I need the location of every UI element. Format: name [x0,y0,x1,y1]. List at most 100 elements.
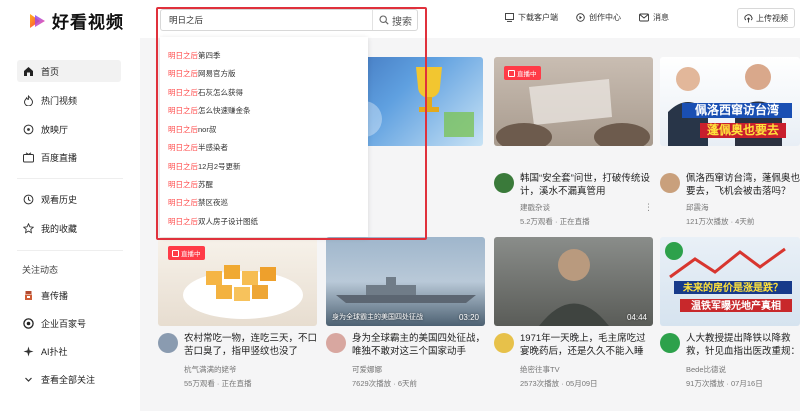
search-bar: 搜索 [160,9,418,31]
avatar[interactable] [326,333,346,353]
suggestion-item[interactable]: 明日之后双人房子设计图纸 [168,216,258,227]
video-author[interactable]: 可爱娜娜 [352,364,382,375]
search-input[interactable] [169,13,359,27]
suggestion-prefix: 明日之后 [168,143,198,152]
upload-video-button[interactable]: 上传视频 [737,8,795,28]
sidebar-item-label: 喜传播 [41,290,69,301]
suggestion-prefix: 明日之后 [168,162,198,171]
suggestion-item[interactable]: 明日之后nor叔 [168,124,216,135]
suggestion-suffix: 第四季 [198,51,221,60]
avatar[interactable] [660,333,680,353]
thumb-caption: 身为全球霸主的美国四处征战 [332,314,423,321]
sidebar-item-label: 热门视频 [41,95,78,106]
suggestion-prefix: 明日之后 [168,217,198,226]
video-author[interactable]: 邱震海 [686,202,709,213]
more-options-icon[interactable]: ⋮ [644,202,653,213]
sidebar-item-home[interactable]: 首页 [17,60,121,82]
upload-video-label: 上传视频 [756,13,788,23]
video-author[interactable]: Bede比德说 [686,364,726,375]
avatar[interactable] [494,333,514,353]
sidebar-item-history[interactable]: 观看历史 [17,188,121,210]
sidebar-item-cinema[interactable]: 放映厅 [17,118,121,140]
suggestion-prefix: 明日之后 [168,198,198,207]
suggestion-item[interactable]: 明日之后12月2号更新 [168,161,241,172]
live-badge: 直播中 [504,66,541,80]
suggestion-item[interactable]: 明日之后苏醒 [168,179,213,190]
news-portrait-illustration: 佩洛西窜访台湾 蓬佩奥也要去 [668,64,792,146]
video-title[interactable]: 人大教授提出降铁以降救救，针见血指出医改重规：最后 [686,332,800,358]
suggestion-prefix: 明日之后 [168,51,198,60]
sidebar-item-label: 首页 [41,66,60,77]
history-icon [23,194,34,204]
search-suggestions: 明日之后第四季 明日之后网易官方版 明日之后石灰怎么获得 明日之后怎么快速赚金条… [160,37,368,237]
brand-name: 好看视频 [52,13,124,32]
suggestion-item[interactable]: 明日之后网易官方版 [168,68,236,79]
video-title[interactable]: 1971年一天晚上，毛主席吃过宴晚药后，还是久久不能入睡 [520,332,654,358]
video-title[interactable]: 身为全球霸主的美国四处征战，唯独不敢对这三个国家动手 [352,332,486,358]
top-header: 好看视频 搜索 下载客户端 创作中心 消息 上传视频 [0,0,800,38]
download-client-button[interactable]: 下载客户端 [505,12,558,23]
suggestion-prefix: 明日之后 [168,180,198,189]
video-title[interactable]: 农村常吃一物，连吃三天，不口苦口臭了，指甲竖纹也没了 [184,332,318,358]
sidebar-view-all-follows[interactable]: 查看全部关注 [17,368,121,390]
sidebar-item-label: 我的收藏 [41,223,78,234]
creator-icon [576,13,585,22]
suggestion-prefix: 明日之后 [168,106,198,115]
suggestion-prefix: 明日之后 [168,69,198,78]
suggestion-item[interactable]: 明日之后石灰怎么获得 [168,87,243,98]
video-title[interactable]: 佩洛西窜访台湾，蓬佩奥也要去，飞机会被击落吗？ [686,172,800,198]
video-thumbnail[interactable]: 身为全球霸主的美国四处征战 03:20 [326,237,485,326]
housing-chart-illustration: 未来的房价是涨是跌？ 温铁军曝光地产真相 [665,242,792,312]
avatar[interactable] [660,173,680,193]
sidebar-follow-enterprise[interactable]: 企业百家号 [17,312,121,334]
search-button-label: 搜索 [392,16,412,28]
avatar[interactable] [494,173,514,193]
search-icon [379,15,389,25]
suggestion-prefix: 明日之后 [168,125,198,134]
video-thumbnail[interactable]: 04:44 [494,237,653,326]
hot-icon [23,94,34,106]
suggestion-suffix: 12月2号更新 [198,162,241,171]
video-thumbnail[interactable]: 未来的房价是涨是跌？ 温铁军曝光地产真相 [660,237,800,326]
suggestion-suffix: 网易官方版 [198,69,236,78]
suggestion-suffix: 半感染者 [198,143,228,152]
sidebar: 首页 热门视频 放映厅 百度直播 观看历史 我的收藏 关注动态 喜传播 企业百家… [0,38,140,411]
cinema-icon [23,124,34,134]
video-meta: 91万次播放 · 07月16日 [686,379,763,388]
video-author[interactable]: 杭气满满的姥爷 [184,364,237,375]
video-thumbnail[interactable]: 直播中 [494,57,653,146]
message-button[interactable]: 消息 [639,12,669,23]
suggestion-item[interactable]: 明日之后怎么快速赚金条 [168,105,251,116]
sidebar-item-label: 放映厅 [41,124,69,135]
suggestion-suffix: nor叔 [198,125,217,134]
sidebar-item-label: 查看全部关注 [41,374,96,385]
suggestion-item[interactable]: 明日之后禁区夜巡 [168,197,228,208]
sidebar-item-live[interactable]: 百度直播 [17,146,121,168]
message-label: 消息 [653,13,669,22]
suggestion-item[interactable]: 明日之后半感染者 [168,142,228,153]
sidebar-item-label: 百度直播 [41,152,78,163]
creator-center-button[interactable]: 创作中心 [576,12,621,23]
sidebar-follow-ai[interactable]: AI扑社 [17,340,121,362]
video-title[interactable]: 韩国“安全套”问世，打破传统设计，溪水不漏真管用 [520,172,654,198]
suggestion-item[interactable]: 明日之后第四季 [168,50,221,61]
thumb-headline-2: 温铁军曝光地产真相 [691,299,781,312]
sidebar-item-favorites[interactable]: 我的收藏 [17,217,121,239]
site-logo[interactable]: 好看视频 [28,8,124,33]
thumb-headline-1: 未来的房价是涨是跌？ [682,281,783,294]
search-button[interactable]: 搜索 [372,10,418,30]
video-meta: 2573次播放 · 05月09日 [520,379,598,388]
video-author[interactable]: 建戳杂谈 [520,202,550,213]
suggestion-suffix: 怎么快速赚金条 [198,106,251,115]
suggestion-prefix: 明日之后 [168,88,198,97]
video-author[interactable]: 绝密往事TV [520,364,560,375]
avatar[interactable] [158,333,178,353]
sidebar-follow-xichuanbo[interactable]: 喜传播 [17,284,121,306]
video-thumbnail[interactable]: 直播中 [158,237,317,326]
sidebar-divider [17,178,123,179]
video-thumbnail[interactable]: 佩洛西窜访台湾 蓬佩奥也要去 [660,57,800,146]
header-actions: 下载客户端 创作中心 消息 [505,12,687,23]
video-duration: 03:20 [458,313,479,322]
follow-heading: 关注动态 [22,265,59,275]
sidebar-item-hot[interactable]: 热门视频 [17,89,121,111]
